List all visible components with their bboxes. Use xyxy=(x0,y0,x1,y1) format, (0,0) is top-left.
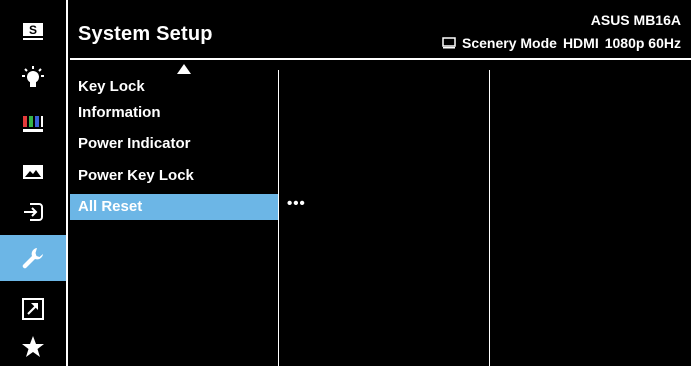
wrench-icon xyxy=(22,248,43,269)
column-divider xyxy=(489,70,490,366)
monitor-icon xyxy=(442,37,456,49)
icon-rail: S xyxy=(0,0,68,366)
mountain-image-icon xyxy=(23,165,43,179)
rail-item-input-select[interactable] xyxy=(0,189,66,235)
rail-item-blue-light-filter[interactable] xyxy=(0,55,66,101)
bulb-icon xyxy=(22,66,44,87)
menu-list: Key Lock Information Power Indicator Pow… xyxy=(70,60,278,366)
mode-status: Scenery Mode xyxy=(462,35,557,51)
osd-panel: S System Setup ASUS MB16A Scenery Mode H… xyxy=(0,0,691,366)
menu-item-key-lock[interactable]: Key Lock xyxy=(70,74,278,100)
star-icon xyxy=(22,336,44,357)
svg-text:S: S xyxy=(29,23,37,37)
menu-item-all-reset[interactable]: All Reset xyxy=(70,194,278,220)
rail-item-system-setup[interactable] xyxy=(0,235,66,281)
page-title: System Setup xyxy=(78,23,213,45)
rail-item-color[interactable] xyxy=(0,101,66,147)
scroll-up-arrow-icon[interactable] xyxy=(177,64,191,74)
color-bars-icon xyxy=(23,116,43,132)
input-status: HDMI xyxy=(562,35,599,51)
menu-item-information[interactable]: Information xyxy=(70,100,278,126)
input-arrow-icon xyxy=(24,203,43,221)
shortcut-arrow-icon xyxy=(22,298,44,320)
rail-item-myfavorite[interactable] xyxy=(0,324,66,370)
column-divider xyxy=(278,70,279,366)
rail-item-splendid[interactable]: S xyxy=(0,9,66,55)
model-name: ASUS MB16A xyxy=(590,12,681,28)
status-line: Scenery Mode HDMI 1080p 60Hz xyxy=(442,35,681,51)
osd-header: System Setup ASUS MB16A Scenery Mode HDM… xyxy=(70,0,691,60)
s-box-icon: S xyxy=(23,23,43,40)
menu-item-power-indicator[interactable]: Power Indicator xyxy=(70,131,278,157)
submenu-indicator: ••• xyxy=(287,195,306,212)
resolution-status: 1080p 60Hz xyxy=(604,35,681,51)
menu-item-power-key-lock[interactable]: Power Key Lock xyxy=(70,163,278,189)
